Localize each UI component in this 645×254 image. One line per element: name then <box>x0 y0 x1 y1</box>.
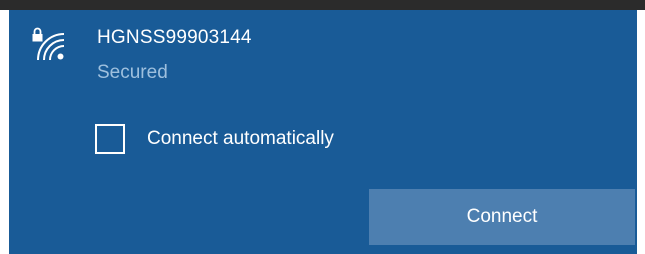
network-item-panel[interactable]: HGNSS99903144 Secured Connect automatica… <box>9 10 637 254</box>
connect-automatically-option[interactable]: Connect automatically <box>95 122 334 156</box>
network-name: HGNSS99903144 <box>97 27 252 48</box>
connect-automatically-checkbox[interactable] <box>95 124 125 154</box>
connect-automatically-label: Connect automatically <box>147 128 334 149</box>
network-status: Secured <box>97 62 168 83</box>
flyout-top-edge <box>0 0 645 10</box>
wifi-secured-icon <box>31 27 65 63</box>
wifi-flyout: HGNSS99903144 Secured Connect automatica… <box>0 0 645 254</box>
connect-button[interactable]: Connect <box>369 189 635 245</box>
